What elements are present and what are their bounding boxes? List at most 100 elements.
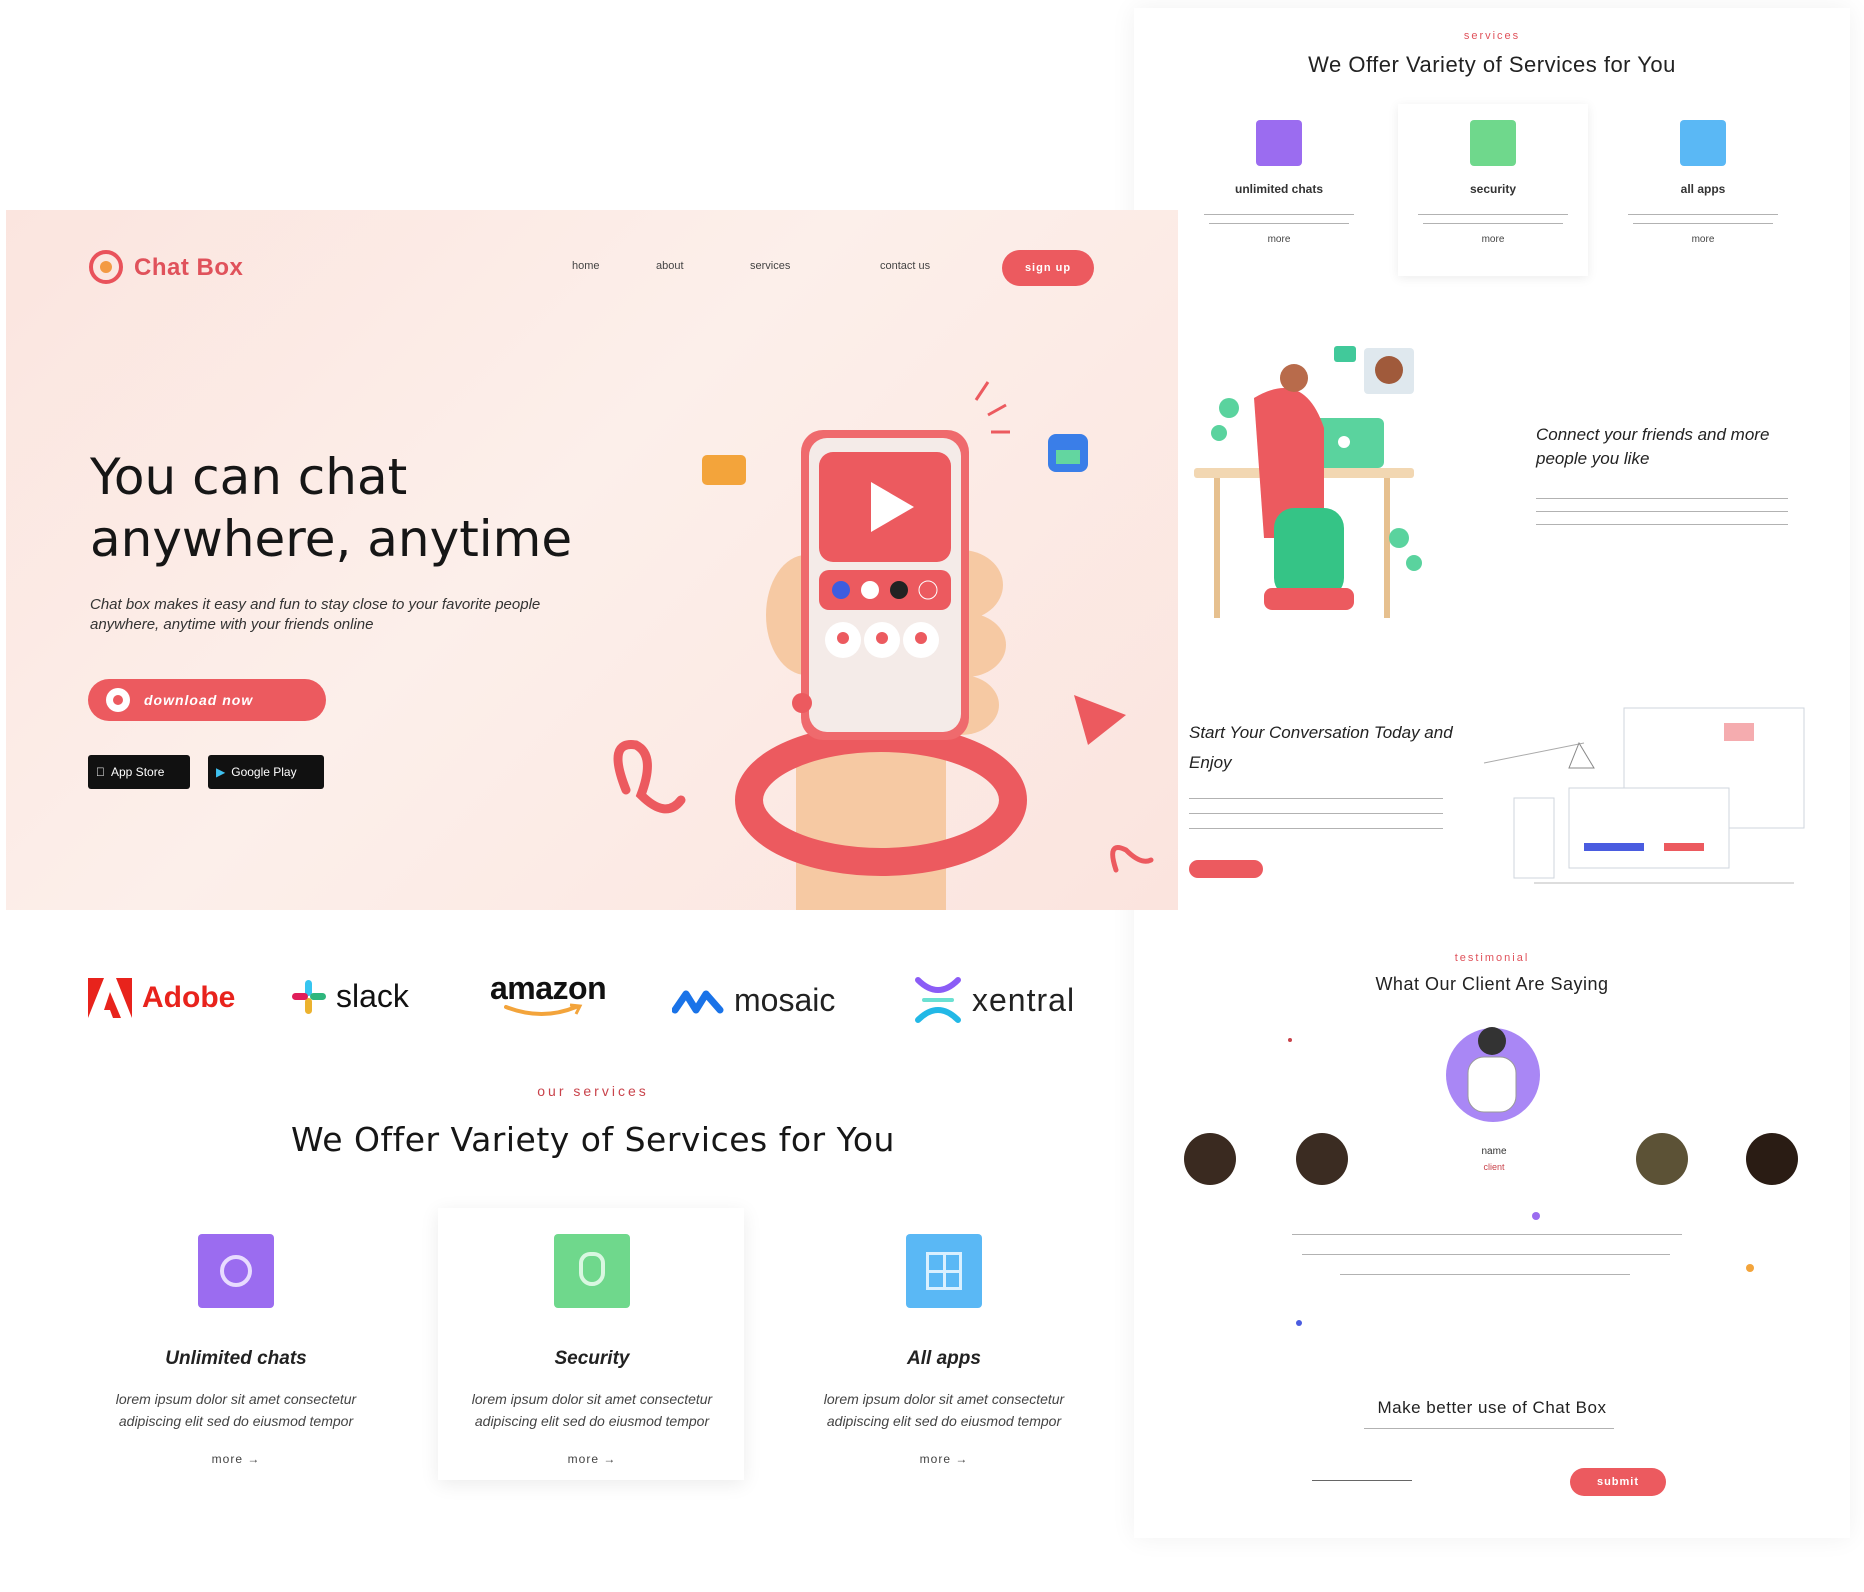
text-placeholder: [1189, 798, 1443, 799]
service-card-unlimited-chats[interactable]: Unlimited chats lorem ipsum dolor sit am…: [96, 1234, 376, 1466]
text-placeholder: [1536, 524, 1788, 525]
brand-slack: slack: [292, 978, 409, 1015]
service-more-link[interactable]: more →: [448, 1452, 736, 1466]
service-more-link[interactable]: more →: [800, 1452, 1088, 1466]
service-desc-line2: adipiscing elit sed do eiusmod tempor: [474, 1413, 710, 1429]
brand-name: slack: [336, 978, 409, 1014]
back-more-link[interactable]: more: [1408, 234, 1578, 245]
back-services-eyebrow: services: [1463, 30, 1521, 42]
back-service-name: security: [1469, 182, 1517, 196]
service-desc-line2: adipiscing elit sed do eiusmod tempor: [826, 1413, 1062, 1429]
client-photo: [1467, 1027, 1517, 1113]
service-desc-line1: lorem ipsum dolor sit amet consectetur: [471, 1391, 713, 1407]
text-placeholder: [1189, 828, 1443, 829]
connect-title: Connect your friends and more people you…: [1536, 425, 1770, 468]
hero-section: Chat Box home about services contact us …: [6, 210, 1178, 910]
decor-dot: [1746, 1264, 1754, 1272]
back-service-name: all apps: [1680, 182, 1726, 196]
brand-xentral: xentral: [914, 976, 1075, 1024]
mosaic-icon: [672, 990, 724, 1013]
download-button-label: download now: [144, 692, 254, 708]
service-card-security[interactable]: Security lorem ipsum dolor sit amet cons…: [448, 1234, 736, 1466]
chat-bubble-icon: [106, 688, 130, 712]
text-placeholder: [1536, 511, 1788, 512]
quote-placeholder: [1340, 1274, 1630, 1275]
back-service-card[interactable]: all apps more: [1618, 120, 1788, 245]
hero-title-line1: You can chat: [90, 448, 408, 506]
nav-link-contact[interactable]: contact us: [880, 260, 930, 272]
dashboard-illustration: [1483, 707, 1805, 884]
cta-title: Make better use of Chat Box: [1377, 1398, 1607, 1417]
client-avatar[interactable]: [1184, 1133, 1236, 1185]
back-services-title: We Offer Variety of Services for You: [1308, 52, 1676, 77]
service-desc-line1: lorem ipsum dolor sit amet consectetur: [823, 1391, 1065, 1407]
text-placeholder: [1209, 223, 1349, 224]
submit-button[interactable]: submit: [1570, 1468, 1666, 1496]
xentral-icon: [915, 977, 961, 1023]
service-name: Security: [554, 1348, 630, 1369]
brand-name: mosaic: [734, 982, 836, 1018]
decor-dot: [1296, 1320, 1302, 1326]
slack-icon: [292, 979, 326, 1014]
service-more-link[interactable]: more →: [96, 1452, 376, 1466]
nav-link-services[interactable]: services: [750, 260, 790, 272]
service-name: All apps: [907, 1348, 981, 1369]
back-more-link[interactable]: more: [1618, 234, 1788, 245]
text-placeholder: [1628, 214, 1778, 215]
signup-button[interactable]: sign up: [1002, 250, 1094, 286]
google-play-badge[interactable]: ▶ Google Play: [208, 755, 324, 789]
chat-icon: [1256, 120, 1302, 166]
download-button[interactable]: download now: [88, 679, 326, 721]
client-avatar[interactable]: [1636, 1133, 1688, 1185]
text-placeholder: [1418, 214, 1568, 215]
apps-grid-icon: [906, 1234, 982, 1308]
brand-mosaic: mosaic: [672, 982, 835, 1019]
testimonial-title: What Our Client Are Saying: [1375, 974, 1609, 994]
chat-icon: [198, 1234, 274, 1308]
service-card-all-apps[interactable]: All apps lorem ipsum dolor sit amet cons…: [800, 1234, 1088, 1466]
back-service-card[interactable]: unlimited chats more: [1194, 120, 1364, 245]
app-store-label: App Store: [102, 765, 164, 779]
brand-name: xentral: [972, 981, 1076, 1018]
logo-text[interactable]: Chat Box: [134, 254, 243, 282]
brand-amazon: amazon: [490, 970, 607, 1019]
quote-placeholder: [1302, 1254, 1670, 1255]
back-service-card[interactable]: security more: [1408, 120, 1578, 245]
person-at-desk-illustration: [1194, 346, 1422, 618]
amazon-smile-icon: [504, 1003, 583, 1016]
app-store-badge[interactable]:  App Store: [88, 755, 190, 789]
play-triangle-icon: ▶: [216, 765, 226, 779]
text-placeholder: [1364, 1428, 1614, 1429]
hero-desc-line2: anywhere, anytime with your friends onli…: [90, 616, 374, 633]
apps-grid-icon: [1680, 120, 1726, 166]
email-input[interactable]: [1312, 1480, 1412, 1481]
shield-icon: [554, 1234, 630, 1308]
start-button[interactable]: [1189, 860, 1263, 878]
google-play-label: Google Play: [231, 765, 297, 779]
secondary-page-preview: services We Offer Variety of Services fo…: [1134, 8, 1850, 1538]
shield-icon: [1470, 120, 1516, 166]
client-avatar[interactable]: [1746, 1133, 1798, 1185]
apple-icon: : [96, 765, 105, 779]
client-avatar[interactable]: [1296, 1133, 1348, 1185]
testimonial-eyebrow: testimonial: [1454, 952, 1530, 964]
text-placeholder: [1633, 223, 1773, 224]
brand-adobe: Adobe: [88, 978, 235, 1018]
text-placeholder: [1204, 214, 1354, 215]
nav-link-home[interactable]: home: [572, 260, 600, 272]
quote-placeholder: [1292, 1234, 1682, 1235]
decor-dot: [1532, 1212, 1540, 1220]
text-placeholder: [1536, 498, 1788, 499]
text-placeholder: [1189, 813, 1443, 814]
text-placeholder: [1423, 223, 1563, 224]
nav-link-about[interactable]: about: [656, 260, 684, 272]
chat-box-logo-icon[interactable]: [89, 250, 123, 284]
back-service-name: unlimited chats: [1234, 182, 1323, 196]
brand-name: Adobe: [142, 981, 236, 1014]
back-more-link[interactable]: more: [1194, 234, 1364, 245]
start-title: Start Your Conversation Today and Enjoy: [1189, 723, 1453, 772]
service-desc-line1: lorem ipsum dolor sit amet consectetur: [115, 1391, 357, 1407]
service-name: Unlimited chats: [165, 1348, 307, 1369]
client-role: client: [1483, 1162, 1505, 1172]
services-eyebrow: our services: [537, 1083, 649, 1099]
